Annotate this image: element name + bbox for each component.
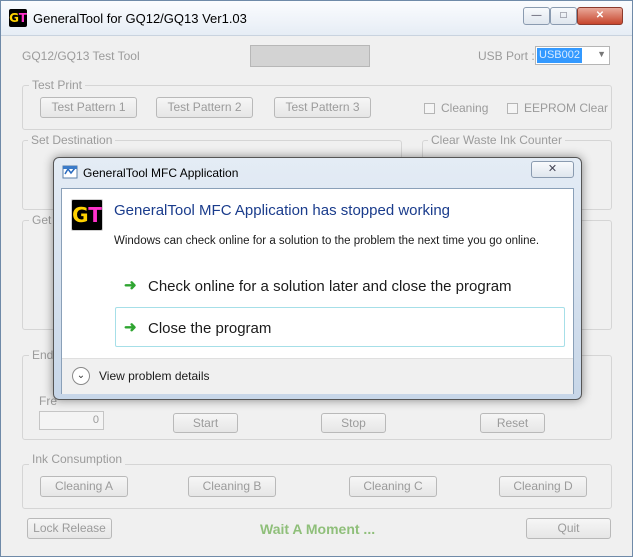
frequency-input[interactable]: 0 [39,411,104,430]
error-dialog: GeneralTool MFC Application ✕ GT General… [53,157,582,400]
header-label: GQ12/GQ13 Test Tool [22,49,140,63]
close-program-option[interactable]: ➜ Close the program [115,307,565,347]
minimize-button[interactable]: — [523,7,550,25]
test-print-label: Test Print [29,78,86,92]
app-icon: GT [9,9,27,27]
quit-button[interactable]: Quit [526,518,611,539]
close-button[interactable]: ✕ [577,7,623,25]
dialog-footer: ⌄ View problem details [62,358,573,394]
clear-waste-label: Clear Waste Ink Counter [428,133,565,147]
view-problem-details-link[interactable]: View problem details [99,369,210,383]
cleaning-checkbox-label: Cleaning [441,101,489,115]
reset-button[interactable]: Reset [480,413,545,433]
status-text: Wait A Moment ... [260,521,376,537]
frequency-value: 0 [92,414,99,426]
arrow-right-icon: ➜ [124,319,137,336]
dialog-heading: GeneralTool MFC Application has stopped … [114,202,451,219]
start-button[interactable]: Start [173,413,238,433]
check-online-option[interactable]: ➜ Check online for a solution later and … [115,265,565,305]
status-display-box [250,45,370,67]
usb-port-value: USB002 [537,48,582,63]
chevron-down-icon: ▼ [597,49,606,59]
dialog-close-button[interactable]: ✕ [531,161,574,178]
get-label: Get [29,213,55,227]
cleaning-b-button[interactable]: Cleaning B [188,476,276,497]
arrow-right-icon: ➜ [124,277,137,294]
cleaning-checkbox[interactable] [424,103,435,114]
eeprom-clear-label: EEPROM Clear [524,101,609,115]
lock-release-button[interactable]: Lock Release [27,518,112,539]
cleaning-a-button[interactable]: Cleaning A [40,476,128,497]
stop-button[interactable]: Stop [321,413,386,433]
main-window-title: GeneralTool for GQ12/GQ13 Ver1.03 [33,11,247,26]
expand-chevron-icon[interactable]: ⌄ [72,367,90,385]
cleaning-d-button[interactable]: Cleaning D [499,476,587,497]
set-destination-label: Set Destination [28,133,116,147]
app-logo-icon: GT [71,199,103,231]
usb-port-label: USB Port : [478,49,535,63]
usb-port-select[interactable]: USB002 ▼ [535,46,610,65]
test-pattern-1-button[interactable]: Test Pattern 1 [40,97,137,118]
ink-consumption-label: Ink Consumption [29,452,126,466]
cleaning-c-button[interactable]: Cleaning C [349,476,437,497]
dialog-title: GeneralTool MFC Application [83,166,239,180]
maximize-button[interactable]: □ [550,7,577,25]
eeprom-clear-checkbox[interactable] [507,103,518,114]
close-program-option-label: Close the program [148,320,272,337]
dialog-body: GT GeneralTool MFC Application has stopp… [61,188,574,394]
test-pattern-2-button[interactable]: Test Pattern 2 [156,97,253,118]
test-pattern-3-button[interactable]: Test Pattern 3 [274,97,371,118]
application-icon [62,165,78,179]
check-online-option-label: Check online for a solution later and cl… [148,278,512,295]
main-titlebar: GT GeneralTool for GQ12/GQ13 Ver1.03 — □… [1,1,632,36]
dialog-message: Windows can check online for a solution … [114,235,540,247]
